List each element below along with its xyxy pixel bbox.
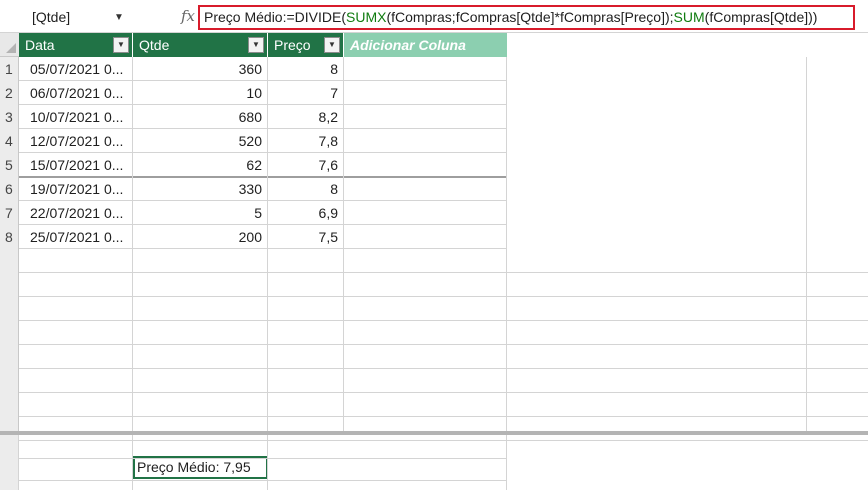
measure-preco-medio[interactable]: Preço Médio: 7,95: [133, 456, 268, 479]
grid-line: [19, 440, 868, 441]
column-header-label: Qtde: [139, 37, 170, 53]
column-header-label: Data: [25, 37, 55, 53]
row-number[interactable]: 5: [0, 153, 19, 177]
measure-grid: Data ▼ Qtde ▼ Preço ▼ Adicionar Coluna P…: [0, 33, 868, 490]
grid-line: [506, 57, 507, 431]
select-all-icon: [6, 43, 16, 53]
row-number[interactable]: 7: [0, 201, 19, 225]
grid-line: [19, 344, 868, 345]
table-cell-qtde[interactable]: 62: [133, 153, 268, 177]
grid-line: [19, 368, 868, 369]
table-cell-qtde[interactable]: 520: [133, 129, 268, 153]
table-cell-data[interactable]: 12/07/2021 0...: [19, 129, 133, 153]
row-number[interactable]: 1: [0, 57, 19, 81]
table-cell-data[interactable]: 05/07/2021 0...: [19, 57, 133, 81]
table-cell-qtde[interactable]: 5: [133, 201, 268, 225]
formula-token: SUMX: [346, 9, 387, 25]
table-cell-data[interactable]: 25/07/2021 0...: [19, 225, 133, 249]
table-cell-preco[interactable]: 7,6: [268, 153, 344, 177]
grid-line: [19, 480, 507, 481]
table-cell-preco[interactable]: 6,9: [268, 201, 344, 225]
formula-token: SUM: [673, 9, 705, 25]
table-cell-preco[interactable]: 8: [268, 177, 344, 201]
grid-line: [267, 435, 268, 490]
table-cell-qtde[interactable]: 330: [133, 177, 268, 201]
grid-line: [132, 435, 133, 490]
grid-line: [18, 435, 19, 490]
formula-bar: [Qtde] ▼ fx Preço Médio:=DIVIDE(SUMX(fCo…: [0, 0, 868, 33]
column-header-data[interactable]: Data ▼: [19, 33, 133, 57]
table-cell-preco[interactable]: 8: [268, 57, 344, 81]
table-cell-qtde[interactable]: 10: [133, 81, 268, 105]
column-header-label: Preço: [274, 37, 311, 53]
table-cell-qtde[interactable]: 680: [133, 105, 268, 129]
formula-token: (fCompras;fCompras[Qtde]*fCompras[Preço]…: [386, 9, 674, 25]
table-cell-preco[interactable]: 7,5: [268, 225, 344, 249]
table-cell-preco[interactable]: 7: [268, 81, 344, 105]
measure-grid-divider[interactable]: [0, 431, 868, 435]
grid-line: [806, 57, 807, 431]
table-cell-qtde[interactable]: 200: [133, 225, 268, 249]
formula-token: Preço Médio:=DIVIDE(: [204, 9, 346, 25]
row-number[interactable]: 4: [0, 129, 19, 153]
grid-line: [19, 458, 507, 459]
row-number[interactable]: 2: [0, 81, 19, 105]
row-number[interactable]: 6: [0, 177, 19, 201]
table-cell-data[interactable]: 06/07/2021 0...: [19, 81, 133, 105]
grid-line: [19, 416, 868, 417]
table-cell-preco[interactable]: 8,2: [268, 105, 344, 129]
table-cell-qtde[interactable]: 360: [133, 57, 268, 81]
grid-line: [19, 392, 868, 393]
grid-line: [19, 272, 868, 273]
filter-dropdown-icon[interactable]: ▼: [324, 37, 340, 53]
table-cell-data[interactable]: 22/07/2021 0...: [19, 201, 133, 225]
table-cell-preco[interactable]: 7,8: [268, 129, 344, 153]
column-header-qtde[interactable]: Qtde ▼: [133, 33, 268, 57]
row-number[interactable]: 8: [0, 225, 19, 249]
column-header-preco[interactable]: Preço ▼: [268, 33, 344, 57]
fx-icon[interactable]: fx: [181, 7, 195, 25]
formula-input[interactable]: Preço Médio:=DIVIDE(SUMX(fCompras;fCompr…: [198, 5, 855, 30]
chevron-down-icon[interactable]: ▼: [114, 12, 124, 23]
name-box[interactable]: [Qtde] ▼: [4, 5, 174, 29]
select-all-corner[interactable]: [0, 33, 19, 57]
formula-token: (fCompras[Qtde])): [704, 9, 818, 25]
add-column-header[interactable]: Adicionar Coluna: [344, 33, 507, 57]
row-number[interactable]: 3: [0, 105, 19, 129]
grid-line: [506, 435, 507, 490]
filter-dropdown-icon[interactable]: ▼: [113, 37, 129, 53]
table-cell-data[interactable]: 10/07/2021 0...: [19, 105, 133, 129]
table-cell-data[interactable]: 19/07/2021 0...: [19, 177, 133, 201]
grid-line: [19, 296, 868, 297]
filter-dropdown-icon[interactable]: ▼: [248, 37, 264, 53]
grid-line: [19, 320, 868, 321]
table-cell-data[interactable]: 15/07/2021 0...: [19, 153, 133, 177]
